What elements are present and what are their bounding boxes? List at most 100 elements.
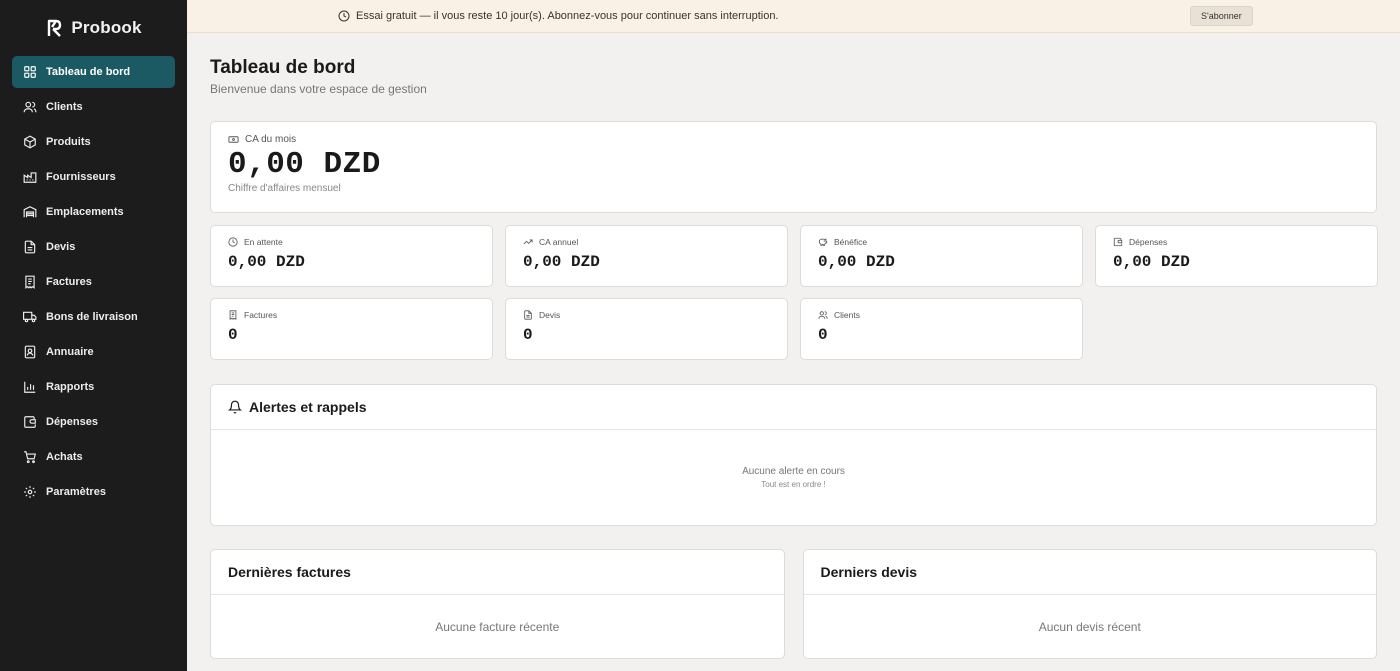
recent-invoices-card: Dernières factures Aucune facture récent… [210,549,785,659]
gear-icon [24,486,36,498]
stat-label-text: Devis [539,310,561,320]
dashboard-icon [24,66,36,78]
stats-grid: En attente 0,00 DZD CA annuel 0,00 DZD B… [210,225,1378,360]
alerts-empty-state: Aucune alerte en cours Tout est en ordre… [211,430,1376,489]
stat-card-profit: Bénéfice 0,00 DZD [800,225,1083,287]
brand-name: Probook [71,18,142,37]
stat-label-text: Clients [834,310,860,320]
stat-value: 0,00 DZD [523,253,600,271]
sidebar-item-tableau-de-bord[interactable]: Tableau de bord [12,56,175,88]
stat-card-invoices: Factures 0 [210,298,493,360]
brand[interactable]: Probook [0,0,187,56]
trend-up-icon [523,239,533,245]
clock-icon [338,10,350,22]
stat-value: 0 [818,326,828,344]
stat-card-clients: Clients 0 [800,298,1083,360]
stat-label-text: Bénéfice [834,237,868,247]
stat-label: CA annuel [523,237,770,247]
stat-card-pending: En attente 0,00 DZD [210,225,493,287]
recent-quotes-header: Derniers devis [803,550,1376,595]
sidebar: Probook Tableau de bord Clients Produits… [0,0,187,671]
sidebar-item-label: Bons de livraison [46,311,138,323]
stat-value: 0,00 DZD [228,253,305,271]
stat-label: Clients [818,310,1065,320]
sidebar-item-label: Factures [46,276,92,288]
sidebar-item-label: Achats [46,451,83,463]
recent-invoices-empty: Aucune facture récente [435,620,560,634]
recent-activity-row: Dernières factures Aucune facture récent… [210,549,1377,659]
monthly-revenue-caption: Chiffre d'affaires mensuel [228,183,341,194]
stat-label: Bénéfice [818,237,1065,247]
alerts-empty-title: Aucune alerte en cours [742,466,845,477]
sidebar-item-label: Dépenses [46,416,98,428]
sidebar-item-label: Emplacements [46,206,124,218]
sidebar-item-devis[interactable]: Devis [12,231,175,263]
sidebar-item-achats[interactable]: Achats [12,441,175,473]
stat-label: En attente [228,237,475,247]
users-icon [23,101,37,113]
truck-icon [23,311,37,323]
sidebar-item-produits[interactable]: Produits [12,126,175,158]
trial-banner-message: Essai gratuit — il vous reste 10 jour(s)… [338,0,779,32]
receipt-icon [25,275,35,289]
monthly-revenue-label-text: CA du mois [245,134,297,145]
receipt-icon [229,310,237,320]
probook-logo-icon [48,19,62,37]
sidebar-item-label: Annuaire [46,346,94,358]
wallet-icon [1113,237,1123,247]
sidebar-nav: Tableau de bord Clients Produits Fournis… [0,56,187,508]
sidebar-item-bons-de-livraison[interactable]: Bons de livraison [12,301,175,333]
alerts-title: Alertes et rappels [249,399,367,415]
trial-banner: Essai gratuit — il vous reste 10 jour(s)… [187,0,1400,33]
sidebar-item-fournisseurs[interactable]: Fournisseurs [12,161,175,193]
stat-label-text: Dépenses [1129,237,1168,247]
page-title: Tableau de bord [210,57,356,78]
stat-value: 0 [523,326,533,344]
sidebar-item-label: Clients [46,101,83,113]
wallet-icon [24,416,36,428]
bar-chart-icon [24,381,36,393]
piggy-bank-icon [818,238,828,246]
sidebar-item-label: Rapports [46,381,95,393]
sidebar-item-label: Devis [46,241,76,253]
stat-label: Factures [228,310,475,320]
page-subtitle: Bienvenue dans votre espace de gestion [210,82,427,96]
document-icon [524,310,532,320]
stat-label: Dépenses [1113,237,1360,247]
alerts-card: Alertes et rappels Aucune alerte en cour… [210,384,1377,526]
trial-banner-text: Essai gratuit — il vous reste 10 jour(s)… [356,10,779,22]
sidebar-item-clients[interactable]: Clients [12,91,175,123]
monthly-revenue-card: CA du mois 0,00 DZD Chiffre d'affaires m… [210,121,1377,213]
sidebar-item-factures[interactable]: Factures [12,266,175,298]
main-content: Tableau de bord Bienvenue dans votre esp… [210,33,1378,659]
clock-icon [228,237,238,247]
bell-icon [228,400,242,414]
sidebar-item-annuaire[interactable]: Annuaire [12,336,175,368]
monthly-revenue-value: 0,00 DZD [228,147,381,182]
sidebar-item-label: Paramètres [46,486,106,498]
recent-invoices-title: Dernières factures [228,564,351,580]
sidebar-item-parametres[interactable]: Paramètres [12,476,175,508]
recent-quotes-card: Derniers devis Aucun devis récent [802,549,1377,659]
sidebar-item-emplacements[interactable]: Emplacements [12,196,175,228]
box-icon [24,135,36,149]
recent-quotes-empty: Aucun devis récent [1038,620,1141,634]
recent-quotes-title: Derniers devis [820,564,918,580]
stat-label: Devis [523,310,770,320]
stat-value: 0,00 DZD [818,253,895,271]
sidebar-item-label: Produits [46,136,91,148]
stat-card-expenses: Dépenses 0,00 DZD [1095,225,1378,287]
sidebar-item-label: Tableau de bord [46,66,131,78]
sidebar-item-depenses[interactable]: Dépenses [12,406,175,438]
banknote-icon [228,136,239,143]
document-icon [24,240,36,254]
stat-value: 0,00 DZD [1113,253,1190,271]
warehouse-icon [23,206,37,218]
subscribe-button[interactable]: S'abonner [1190,6,1253,26]
recent-invoices-header: Dernières factures [211,550,784,595]
monthly-revenue-label: CA du mois [228,134,1359,145]
stat-label-text: CA annuel [539,237,579,247]
alerts-header: Alertes et rappels [211,385,1376,430]
stat-card-quotes: Devis 0 [505,298,788,360]
sidebar-item-rapports[interactable]: Rapports [12,371,175,403]
